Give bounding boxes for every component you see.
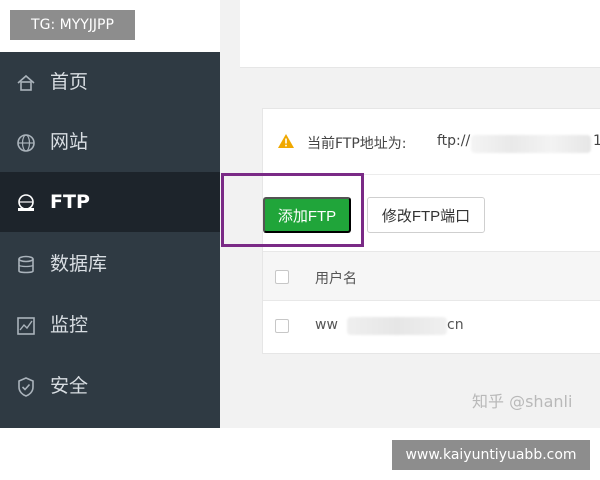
shield-icon: [18, 377, 34, 397]
highlight-box: [221, 173, 364, 247]
url-overlay-label: www.kaiyuntiyuabb.com: [392, 440, 590, 470]
sidebar-item-home[interactable]: 首页: [0, 52, 220, 112]
database-icon: [18, 255, 34, 274]
sidebar-item-label: 首页: [50, 71, 89, 93]
sidebar-item-website[interactable]: 网站: [0, 112, 220, 172]
table-row: ww cn: [263, 301, 600, 351]
sidebar-item-database[interactable]: 数据库: [0, 234, 220, 294]
column-header-username: 用户名: [315, 271, 357, 287]
sidebar-item-ftp[interactable]: FTP: [0, 172, 220, 232]
sidebar-item-security[interactable]: 安全: [0, 356, 220, 416]
top-panel: [240, 0, 600, 68]
screenshot-area: 首页 网站 FTP 数据库 监控 安全 当前FTP地址为: ftp:// 1 添…: [0, 0, 600, 428]
ftp-address-notice: 当前FTP地址为: ftp:// 1: [263, 109, 600, 175]
ftp-icon: [18, 194, 34, 211]
ftp-address-label: 当前FTP地址为:: [307, 136, 407, 152]
table-header: 用户名: [263, 251, 600, 301]
ftp-address-tail: 1: [593, 133, 600, 149]
sidebar-item-label: 数据库: [50, 253, 108, 275]
select-all-checkbox[interactable]: [275, 270, 289, 284]
watermark: 知乎 @shanli: [472, 392, 573, 411]
sidebar-item-label: 监控: [50, 314, 89, 336]
home-icon: [17, 74, 35, 91]
warning-icon: [278, 134, 294, 148]
monitor-icon: [17, 317, 35, 335]
sidebar: 首页 网站 FTP 数据库 监控 安全: [0, 52, 220, 428]
sidebar-item-label: FTP: [50, 191, 90, 213]
sidebar-item-monitor[interactable]: 监控: [0, 295, 220, 355]
tg-overlay-label: TG: MYYJJPP: [10, 10, 135, 40]
username-suffix: cn: [447, 317, 464, 333]
globe-icon: [17, 134, 35, 152]
row-checkbox[interactable]: [275, 319, 289, 333]
username-prefix: ww: [315, 317, 338, 333]
redacted-address: [471, 135, 591, 153]
redacted-username: [347, 317, 447, 335]
change-ftp-port-button[interactable]: 修改FTP端口: [367, 197, 485, 233]
sidebar-item-label: 网站: [50, 131, 89, 153]
ftp-address-value: ftp://: [437, 133, 471, 149]
sidebar-item-label: 安全: [50, 375, 89, 397]
